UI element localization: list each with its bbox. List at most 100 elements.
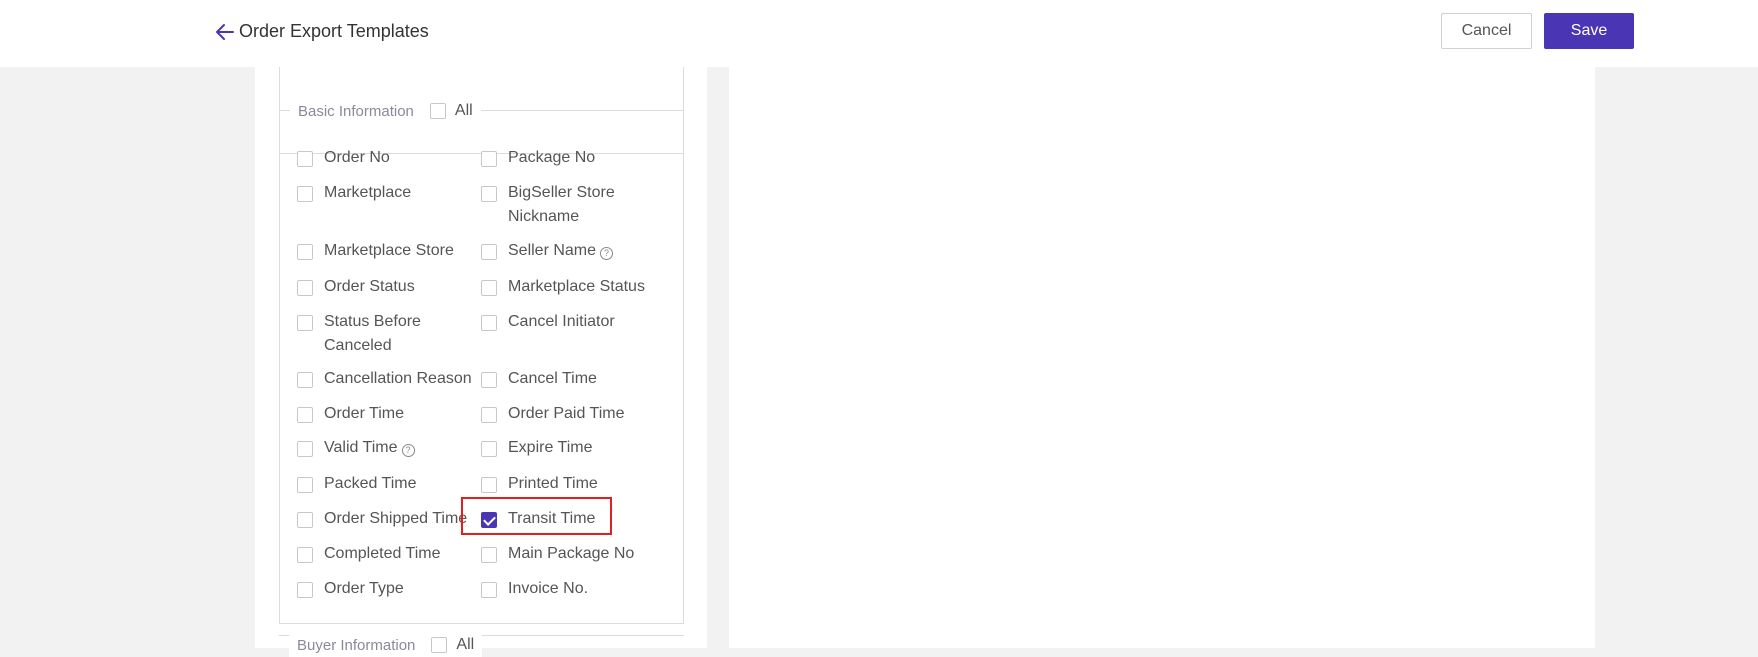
checkbox-unchecked[interactable] [297, 315, 313, 331]
field-option-status-before-canceled[interactable]: Status Before Canceled [297, 313, 477, 358]
field-option-order-time[interactable]: Order Time [297, 405, 477, 426]
checkbox-unchecked[interactable] [297, 280, 313, 296]
field-option-marketplace[interactable]: Marketplace [297, 184, 477, 205]
checkbox-box[interactable] [431, 637, 448, 653]
checkbox-box[interactable] [429, 103, 446, 119]
checkbox-unchecked[interactable] [297, 407, 313, 423]
field-option-label: Printed Time [508, 472, 598, 496]
checkbox-unchecked[interactable] [297, 151, 313, 167]
select-all-checkbox[interactable]: All [431, 636, 474, 654]
field-option-cancel-initiator[interactable]: Cancel Initiator [481, 313, 671, 334]
field-option-label: Order Status [324, 275, 415, 299]
checkbox-unchecked[interactable] [481, 186, 497, 202]
field-option-order-status[interactable]: Order Status [297, 278, 477, 299]
field-option-label: Order Paid Time [508, 402, 624, 426]
field-option-cancellation-reason[interactable]: Cancellation Reason [297, 370, 477, 391]
field-selection-panel: Basic Information All Order No Marketplac… [255, 57, 707, 657]
field-option-label: Order No [324, 146, 390, 170]
checkbox-unchecked[interactable] [481, 407, 497, 423]
save-button[interactable]: Save [1544, 13, 1634, 49]
label-text: Expire Time [508, 439, 593, 456]
checkbox-unchecked[interactable] [297, 244, 313, 260]
field-option-label: Marketplace [324, 181, 411, 205]
field-option-bigseller-store-nickname[interactable]: BigSeller Store Nickname [481, 184, 671, 229]
field-option-completed-time[interactable]: Completed Time [297, 545, 477, 566]
label-text: Seller Name [508, 242, 597, 259]
label-text: Main Package No [508, 545, 635, 562]
field-option-marketplace-store[interactable]: Marketplace Store [297, 242, 477, 263]
label-text: Order Time [324, 405, 405, 422]
cancel-button[interactable]: Cancel [1441, 13, 1532, 49]
label-text: Order Type [324, 580, 404, 597]
preview-panel [729, 67, 1595, 648]
label-text: Printed Time [508, 475, 598, 492]
checkbox-unchecked[interactable] [297, 186, 313, 202]
label-text: Marketplace [324, 184, 412, 201]
field-option-invoice-no[interactable]: Invoice No. [481, 580, 671, 601]
checkbox-unchecked[interactable] [481, 315, 497, 331]
label-text: Order Status [324, 278, 415, 295]
checkbox-unchecked[interactable] [481, 547, 497, 563]
basic-information-section: Basic Information All Order No Marketplac… [279, 99, 684, 624]
field-option-order-paid-time[interactable]: Order Paid Time [481, 405, 671, 426]
checkbox-unchecked[interactable] [481, 151, 497, 167]
field-option-main-package-no[interactable]: Main Package No [481, 545, 671, 566]
back-arrow-icon[interactable] [215, 22, 235, 42]
select-all-label: All [454, 102, 473, 119]
field-option-valid-time[interactable]: Valid Time? [297, 439, 477, 460]
label-text: Cancel Time [508, 370, 597, 387]
section-legend: Buyer Information All [289, 633, 483, 657]
field-option-order-shipped-time[interactable]: Order Shipped Time [297, 510, 477, 531]
field-option-label: Marketplace Store [324, 239, 454, 263]
field-option-printed-time[interactable]: Printed Time [481, 475, 671, 496]
checkbox-unchecked[interactable] [297, 547, 313, 563]
checkbox-unchecked[interactable] [297, 477, 313, 493]
label-text: Packed Time [324, 475, 417, 492]
field-option-marketplace-status[interactable]: Marketplace Status [481, 278, 671, 299]
checkbox-unchecked[interactable] [297, 441, 313, 457]
buyer-information-section: Buyer Information All [279, 633, 684, 657]
select-all-label: All [456, 636, 475, 653]
checkbox-unchecked[interactable] [297, 582, 313, 598]
section-legend: Basic Information All [290, 99, 481, 123]
checkbox-unchecked[interactable] [481, 244, 497, 260]
field-option-label: Order Type [324, 577, 404, 601]
field-option-label: Order Shipped Time [324, 507, 467, 531]
field-option-expire-time[interactable]: Expire Time [481, 439, 671, 460]
field-option-label: Invoice No. [508, 577, 588, 601]
checkbox-unchecked[interactable] [481, 280, 497, 296]
checkbox-unchecked[interactable] [297, 512, 313, 528]
label-text: Package No [508, 149, 596, 166]
checkbox-unchecked[interactable] [481, 372, 497, 388]
field-option-label: Packed Time [324, 472, 416, 496]
help-icon[interactable]: ? [600, 247, 614, 260]
field-option-seller-name[interactable]: Seller Name? [481, 242, 671, 263]
field-option-label: Order Time [324, 402, 404, 426]
checkbox-unchecked[interactable] [481, 441, 497, 457]
field-option-order-type[interactable]: Order Type [297, 580, 477, 601]
field-option-label: Cancel Initiator [508, 310, 615, 334]
label-text: Cancel Initiator [508, 313, 615, 330]
field-option-label: BigSeller Store Nickname [508, 181, 671, 229]
field-option-label: Package No [508, 146, 595, 170]
field-option-label: Completed Time [324, 542, 441, 566]
label-text: Cancellation Reason [324, 370, 472, 387]
field-option-label: Marketplace Status [508, 275, 645, 299]
help-icon[interactable]: ? [401, 444, 415, 457]
field-option-label: Status Before Canceled [324, 310, 477, 358]
label-text: Marketplace Store [324, 242, 454, 259]
checkbox-unchecked[interactable] [481, 582, 497, 598]
checkbox-unchecked[interactable] [297, 372, 313, 388]
field-option-label: Seller Name? [508, 239, 614, 263]
field-option-order-no[interactable]: Order No [297, 149, 477, 170]
section-title: Buyer Information [297, 636, 416, 654]
label-text: Completed Time [324, 545, 441, 562]
select-all-checkbox[interactable]: All [429, 102, 473, 120]
field-option-package-no[interactable]: Package No [481, 149, 671, 170]
label-text: Invoice No. [508, 580, 589, 597]
field-option-label: Valid Time? [324, 436, 415, 460]
field-option-packed-time[interactable]: Packed Time [297, 475, 477, 496]
field-option-cancel-time[interactable]: Cancel Time [481, 370, 671, 391]
checkbox-unchecked[interactable] [481, 477, 497, 493]
label-text: Order Paid Time [508, 405, 625, 422]
